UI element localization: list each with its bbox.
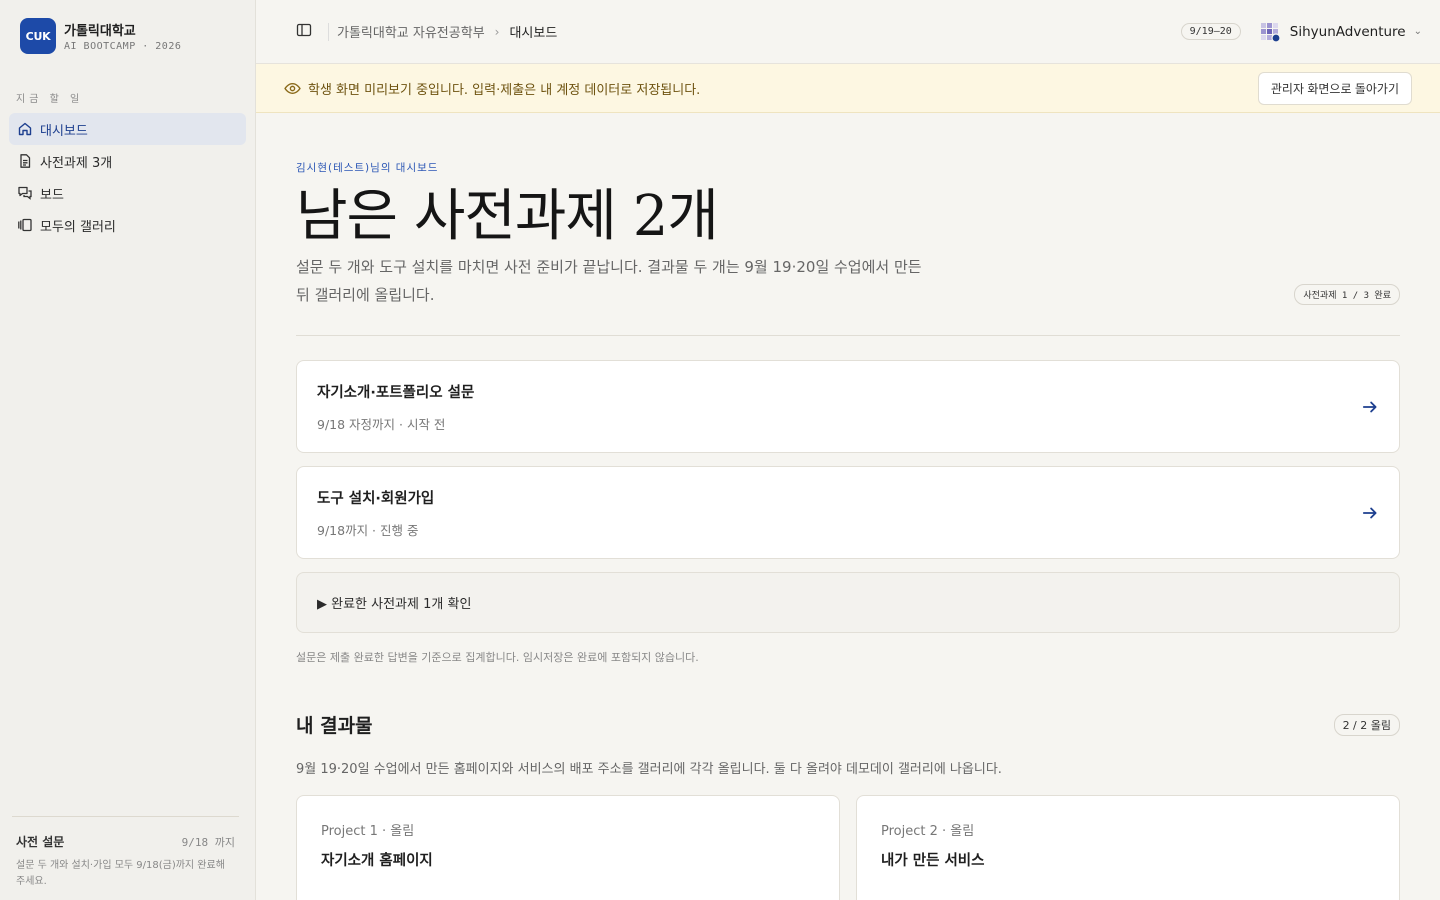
main-area: 가톨릭대학교 자유전공학부 › 대시보드 9/19–20 SihyunAdven…: [256, 0, 1440, 900]
task-card-tools[interactable]: 도구 설치·회원가입 9/18까지 · 진행 중: [296, 466, 1400, 559]
task-title: 자기소개·포트폴리오 설문: [317, 384, 475, 401]
sidebar-item-label: 모두의 갤러리: [40, 219, 116, 235]
preview-banner-text: 학생 화면 미리보기 중입니다. 입력·제출은 내 계정 데이터로 저장됩니다.: [308, 82, 701, 98]
project-card-2[interactable]: Project 2 · 올림 내가 만든 서비스: [856, 795, 1400, 900]
arrow-right-icon: [1361, 504, 1379, 522]
brand-logo: CUK: [20, 18, 56, 54]
sidebar-item-label: 사전과제 3개: [40, 155, 113, 171]
avatar: [1259, 21, 1281, 43]
brand[interactable]: CUK 가톨릭대학교 AI BOOTCAMP · 2026: [0, 0, 255, 72]
task-title: 도구 설치·회원가입: [317, 490, 435, 507]
page-kicker: 김시현(테스트)님의 대시보드: [296, 162, 439, 174]
page-intro: 설문 두 개와 도구 설치를 마치면 사전 준비가 끝납니다. 결과물 두 개는…: [296, 258, 922, 304]
project-title: 내가 만든 서비스: [881, 853, 985, 869]
deadline-description: 설문 두 개와 설치·가입 모두 9/18(금)까지 완료해 주세요.: [16, 860, 225, 887]
deadline-title: 사전 설문: [16, 835, 65, 849]
results-title: 내 결과물: [296, 715, 373, 737]
sidebar-item-label: 대시보드: [40, 123, 88, 139]
brand-subtitle: AI BOOTCAMP · 2026: [64, 41, 182, 52]
progress-badge: 사전과제 1 / 3 완료: [1294, 284, 1400, 305]
sidebar-item-board[interactable]: 보드: [9, 177, 246, 209]
topbar-divider: [328, 22, 329, 41]
sidebar-item-label: 보드: [40, 187, 64, 203]
sidebar-item-dashboard[interactable]: 대시보드: [9, 113, 246, 145]
home-icon: [16, 120, 34, 138]
sidebar-item-assignments[interactable]: 사전과제 3개: [9, 145, 246, 177]
preview-banner: 학생 화면 미리보기 중입니다. 입력·제출은 내 계정 데이터로 저장됩니다.…: [256, 64, 1440, 113]
breadcrumb-item-current: 대시보드: [509, 26, 558, 41]
page-title: 남은 사전과제 2개: [296, 184, 719, 249]
chevron-down-icon: ⌄: [1413, 26, 1422, 37]
sidebar-item-gallery[interactable]: 모두의 갤러리: [9, 209, 246, 241]
arrow-right-icon: [1361, 398, 1379, 416]
sidebar-section-label: 지금 할 일: [16, 94, 84, 105]
eye-icon: [284, 79, 302, 97]
project-title: 자기소개 홈페이지: [321, 853, 433, 869]
brand-name: 가톨릭대학교: [64, 24, 136, 39]
section-divider: [296, 335, 1400, 336]
results-count-badge: 2 / 2 올림: [1333, 713, 1400, 736]
chat-icon: [16, 184, 34, 202]
task-meta: 9/18까지 · 진행 중: [317, 522, 419, 538]
deadline-date: 9/18 까지: [181, 836, 235, 849]
document-icon: [16, 152, 34, 170]
sidebar-toggle-button[interactable]: [294, 22, 314, 42]
chevron-right-icon: ›: [494, 24, 500, 39]
back-to-admin-button[interactable]: 관리자 화면으로 돌아가기: [1257, 71, 1412, 105]
project-meta: Project 2 · 올림: [881, 824, 975, 839]
sidebar-deadline-card: 사전 설문 9/18 까지 설문 두 개와 설치·가입 모두 9/18(금)까지…: [12, 816, 239, 890]
user-name: SihyunAdventure: [1289, 23, 1406, 40]
topbar: 가톨릭대학교 자유전공학부 › 대시보드 9/19–20 SihyunAdven…: [256, 0, 1440, 64]
sidebar: CUK 가톨릭대학교 AI BOOTCAMP · 2026 지금 할 일 대시보…: [0, 0, 256, 900]
survey-note: 설문은 제출 완료한 답변을 기준으로 집계합니다. 임시저장은 완료에 포함되…: [296, 651, 699, 664]
gallery-icon: [16, 216, 34, 234]
breadcrumb: 가톨릭대학교 자유전공학부 › 대시보드: [337, 22, 558, 42]
task-card-survey[interactable]: 자기소개·포트폴리오 설문 9/18 자정까지 · 시작 전: [296, 360, 1400, 453]
app-shell: CUK 가톨릭대학교 AI BOOTCAMP · 2026 지금 할 일 대시보…: [0, 0, 1440, 900]
user-menu-button[interactable]: SihyunAdventure ⌄: [1259, 21, 1422, 43]
results-description: 9월 19·20일 수업에서 만든 홈페이지와 서비스의 배포 주소를 갤러리에…: [296, 762, 1002, 777]
project-meta: Project 1 · 올림: [321, 824, 415, 839]
class-date-badge: 9/19–20: [1180, 23, 1241, 40]
breadcrumb-item-school[interactable]: 가톨릭대학교 자유전공학부: [337, 22, 485, 41]
project-list: Project 1 · 올림 자기소개 홈페이지 Project 2 · 올림 …: [296, 795, 1400, 900]
completed-tasks-toggle[interactable]: ▶ 완료한 사전과제 1개 확인: [296, 572, 1400, 633]
project-card-1[interactable]: Project 1 · 올림 자기소개 홈페이지: [296, 795, 840, 900]
dashboard-content: 김시현(테스트)님의 대시보드 남은 사전과제 2개 설문 두 개와 도구 설치…: [256, 160, 1440, 900]
task-meta: 9/18 자정까지 · 시작 전: [317, 416, 446, 432]
sidebar-toggle-icon: [296, 22, 312, 42]
